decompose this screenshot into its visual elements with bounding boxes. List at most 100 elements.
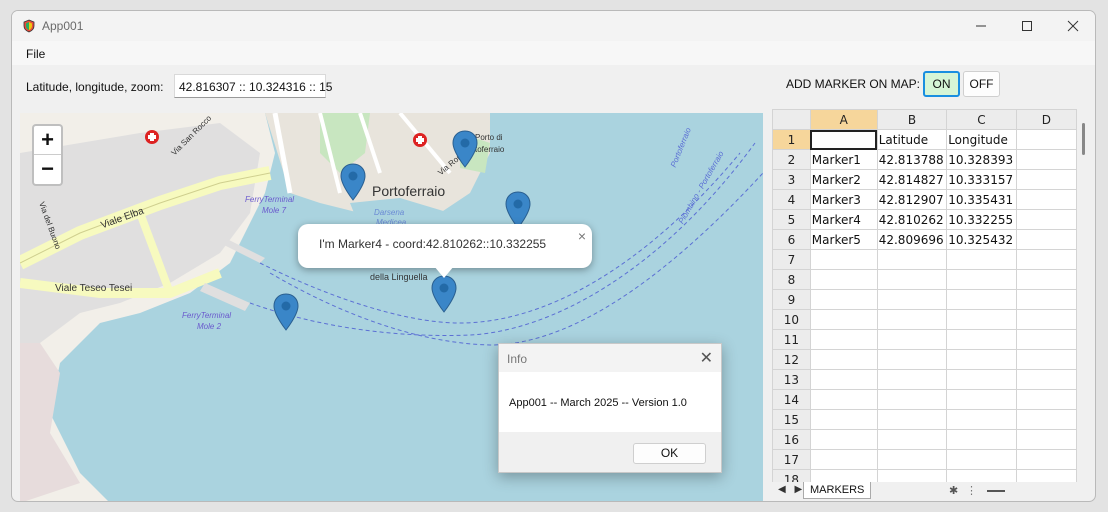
- table-cell[interactable]: [809, 289, 878, 310]
- table-cell[interactable]: [946, 389, 1017, 410]
- table-cell[interactable]: 10.332255: [946, 209, 1017, 230]
- column-header-a[interactable]: A: [809, 109, 878, 130]
- table-cell[interactable]: [1015, 429, 1077, 450]
- table-cell[interactable]: [809, 469, 878, 482]
- column-header-d[interactable]: D: [1015, 109, 1077, 130]
- table-cell[interactable]: [1015, 209, 1077, 230]
- table-cell[interactable]: [946, 349, 1017, 370]
- table-cell[interactable]: [1015, 329, 1077, 350]
- table-cell[interactable]: [1015, 349, 1077, 370]
- dialog-close-icon[interactable]: ✕: [700, 348, 713, 368]
- sheet-scrollbar[interactable]: [1082, 123, 1085, 155]
- table-cell[interactable]: [1015, 449, 1077, 470]
- column-header-c[interactable]: C: [946, 109, 1017, 130]
- row-header[interactable]: 8: [772, 269, 811, 290]
- table-cell[interactable]: 42.812907: [876, 189, 948, 210]
- table-cell[interactable]: [809, 249, 878, 270]
- table-cell[interactable]: [946, 309, 1017, 330]
- table-cell[interactable]: [809, 269, 878, 290]
- table-cell[interactable]: [1015, 129, 1077, 150]
- row-header[interactable]: 15: [772, 409, 811, 430]
- table-cell[interactable]: [1015, 189, 1077, 210]
- table-cell[interactable]: [946, 469, 1017, 482]
- zoom-out-button[interactable]: −: [34, 155, 61, 184]
- table-cell[interactable]: [1015, 229, 1077, 250]
- row-header[interactable]: 12: [772, 349, 811, 370]
- table-cell[interactable]: [809, 389, 878, 410]
- table-cell[interactable]: [1015, 369, 1077, 390]
- tab-menu-icon[interactable]: ⋮: [966, 484, 977, 497]
- table-cell[interactable]: Marker1: [809, 149, 878, 170]
- table-cell[interactable]: [1015, 289, 1077, 310]
- table-cell[interactable]: [946, 329, 1017, 350]
- table-cell[interactable]: [946, 429, 1017, 450]
- row-header[interactable]: 11: [772, 329, 811, 350]
- table-cell[interactable]: [946, 289, 1017, 310]
- row-header[interactable]: 16: [772, 429, 811, 450]
- row-header[interactable]: 6: [772, 229, 811, 250]
- table-cell[interactable]: [809, 429, 878, 450]
- table-cell[interactable]: [946, 369, 1017, 390]
- table-cell[interactable]: Longitude: [946, 129, 1017, 150]
- table-cell[interactable]: [876, 349, 948, 370]
- table-cell[interactable]: [876, 309, 948, 330]
- table-cell[interactable]: [876, 449, 948, 470]
- row-header[interactable]: 3: [772, 169, 811, 190]
- table-cell[interactable]: 10.335431: [946, 189, 1017, 210]
- table-cell[interactable]: [876, 249, 948, 270]
- table-cell[interactable]: [1015, 389, 1077, 410]
- table-cell[interactable]: Marker3: [809, 189, 878, 210]
- table-cell[interactable]: 42.810262: [876, 209, 948, 230]
- table-cell[interactable]: 10.328393: [946, 149, 1017, 170]
- maximize-button[interactable]: [1004, 11, 1050, 41]
- table-cell[interactable]: [809, 449, 878, 470]
- row-header[interactable]: 1: [772, 129, 811, 150]
- table-cell[interactable]: [809, 349, 878, 370]
- table-cell[interactable]: [876, 409, 948, 430]
- table-cell[interactable]: [876, 429, 948, 450]
- marker-pin-icon[interactable]: [340, 163, 366, 201]
- corner-cell[interactable]: [772, 109, 811, 130]
- table-cell[interactable]: [876, 329, 948, 350]
- row-header[interactable]: 14: [772, 389, 811, 410]
- table-cell[interactable]: 42.814827: [876, 169, 948, 190]
- row-header[interactable]: 9: [772, 289, 811, 310]
- row-header[interactable]: 13: [772, 369, 811, 390]
- table-cell[interactable]: 10.325432: [946, 229, 1017, 250]
- minimize-button[interactable]: [958, 11, 1004, 41]
- row-header[interactable]: 2: [772, 149, 811, 170]
- row-header[interactable]: 4: [772, 189, 811, 210]
- table-cell[interactable]: 42.813788: [876, 149, 948, 170]
- sheet-tab-markers[interactable]: MARKERS: [803, 482, 872, 499]
- table-cell[interactable]: 10.333157: [946, 169, 1017, 190]
- table-cell[interactable]: [1015, 269, 1077, 290]
- table-cell[interactable]: [1015, 169, 1077, 190]
- row-header[interactable]: 17: [772, 449, 811, 470]
- table-cell[interactable]: [876, 269, 948, 290]
- table-cell[interactable]: Marker2: [809, 169, 878, 190]
- table-cell[interactable]: [809, 129, 878, 150]
- table-cell[interactable]: 42.809696: [876, 229, 948, 250]
- close-button[interactable]: [1050, 11, 1095, 41]
- marker-off-button[interactable]: OFF: [963, 71, 1000, 97]
- dialog-ok-button[interactable]: OK: [633, 443, 706, 464]
- table-cell[interactable]: [946, 249, 1017, 270]
- table-cell[interactable]: [946, 269, 1017, 290]
- row-header[interactable]: 5: [772, 209, 811, 230]
- table-cell[interactable]: [1015, 149, 1077, 170]
- zoom-in-button[interactable]: +: [34, 126, 61, 155]
- table-cell[interactable]: [1015, 469, 1077, 482]
- marker-pin-icon[interactable]: [431, 275, 457, 313]
- table-cell[interactable]: [876, 369, 948, 390]
- table-cell[interactable]: Marker5: [809, 229, 878, 250]
- table-cell[interactable]: Latitude: [876, 129, 948, 150]
- table-cell[interactable]: [876, 469, 948, 482]
- row-header[interactable]: 7: [772, 249, 811, 270]
- coord-field[interactable]: 42.816307 :: 10.324316 :: 15: [174, 74, 332, 98]
- table-cell[interactable]: [809, 369, 878, 390]
- table-cell[interactable]: [946, 449, 1017, 470]
- table-cell[interactable]: [809, 329, 878, 350]
- marker-pin-icon[interactable]: [273, 293, 299, 331]
- marker-on-button[interactable]: ON: [923, 71, 960, 97]
- table-cell[interactable]: Marker4: [809, 209, 878, 230]
